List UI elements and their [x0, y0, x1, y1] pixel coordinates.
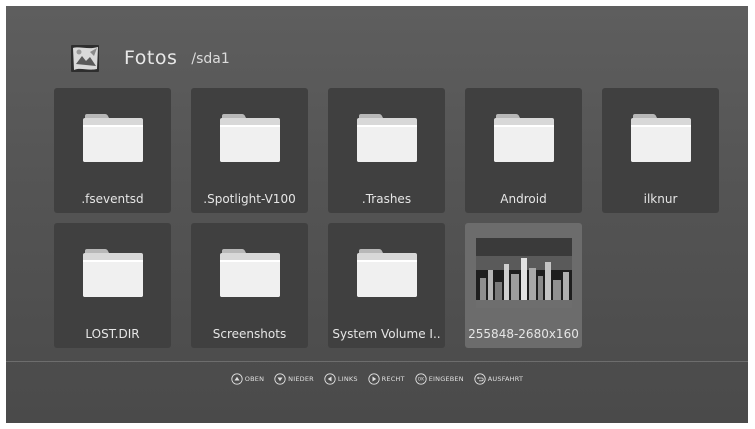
folder-icon: [631, 114, 691, 162]
photos-app-icon: [71, 45, 99, 72]
down-arrow-icon: [274, 373, 286, 385]
footer-divider: [6, 361, 748, 362]
grid-item-android[interactable]: Android: [465, 88, 582, 213]
hint-label: OBEN: [244, 375, 265, 383]
hint-down: NIEDER: [274, 373, 314, 385]
folder-icon: [83, 249, 143, 297]
media-browser-screen: Fotos /sda1 .fseventsd .Spotlight-V100 .…: [6, 6, 748, 423]
remote-key-hints: OBEN NIEDER LINKS RECHT OK EINGEBEN AUSF…: [6, 373, 748, 385]
grid-item-screenshots[interactable]: Screenshots: [191, 223, 308, 348]
folder-icon: [494, 114, 554, 162]
grid-item-spotlight[interactable]: .Spotlight-V100: [191, 88, 308, 213]
hint-label: EINGEBEN: [428, 375, 464, 383]
current-path: /sda1: [191, 51, 230, 67]
grid-item-lost-dir[interactable]: LOST.DIR: [54, 223, 171, 348]
folder-icon: [220, 249, 280, 297]
hint-exit: AUSFAHRT: [474, 373, 523, 385]
hint-up: OBEN: [231, 373, 264, 385]
item-label: Screenshots: [212, 327, 287, 341]
hint-label: AUSFAHRT: [487, 375, 524, 383]
hint-left: LINKS: [324, 373, 358, 385]
ok-icon: OK: [415, 373, 427, 385]
item-label: Android: [500, 192, 547, 206]
item-label: ilknur: [643, 192, 678, 206]
grid-item-ilknur[interactable]: ilknur: [602, 88, 719, 213]
item-label: .Spotlight-V100: [203, 192, 296, 206]
item-label: LOST.DIR: [85, 327, 140, 341]
folder-icon: [220, 114, 280, 162]
item-label: 255848-2680x160: [468, 327, 579, 341]
back-icon: [474, 373, 486, 385]
hint-label: LINKS: [337, 375, 358, 383]
page-title: Fotos: [124, 47, 178, 69]
folder-icon: [357, 249, 417, 297]
image-thumbnail: [476, 238, 572, 308]
item-label: System Volume I..: [332, 327, 441, 341]
right-arrow-icon: [368, 373, 380, 385]
hint-enter: OK EINGEBEN: [415, 373, 464, 385]
up-arrow-icon: [231, 373, 243, 385]
grid-item-system-volume[interactable]: System Volume I..: [328, 223, 445, 348]
grid-item-fseventsd[interactable]: .fseventsd: [54, 88, 171, 213]
ok-glyph: OK: [417, 377, 423, 382]
hint-label: NIEDER: [288, 375, 314, 383]
grid-item-trashes[interactable]: .Trashes: [328, 88, 445, 213]
item-label: .fseventsd: [81, 192, 144, 206]
left-arrow-icon: [324, 373, 336, 385]
hint-label: RECHT: [381, 375, 405, 383]
folder-icon: [83, 114, 143, 162]
item-label: .Trashes: [361, 192, 412, 206]
header: Fotos /sda1: [70, 40, 230, 76]
grid-item-image-file[interactable]: 255848-2680x160: [465, 223, 582, 348]
folder-icon: [357, 114, 417, 162]
hint-right: RECHT: [368, 373, 405, 385]
